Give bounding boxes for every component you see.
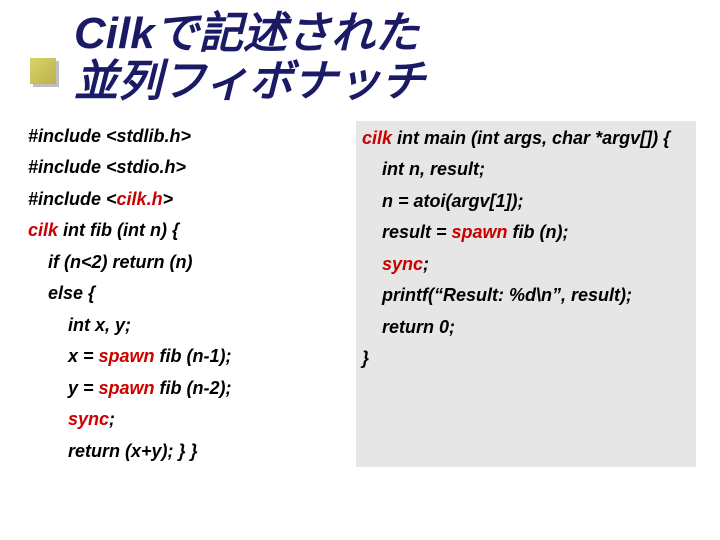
keyword-spawn: spawn (452, 222, 508, 242)
code-line: else { (28, 278, 338, 310)
keyword-cilk: cilk (28, 220, 58, 240)
code-line: y = spawn fib (n-2); (28, 373, 338, 405)
keyword-cilk-header: cilk.h (117, 189, 163, 209)
code-line: } (362, 343, 690, 375)
slide-title: Cilkで記述された 並列フィボナッチ (40, 10, 720, 107)
keyword-sync: sync (382, 254, 423, 274)
code-line: cilk int fib (int n) { (28, 215, 338, 247)
title-block: Cilkで記述された 並列フィボナッチ (0, 0, 720, 113)
keyword-spawn: spawn (99, 346, 155, 366)
title-line-2: 並列フィボナッチ (74, 57, 425, 106)
code-line: sync; (28, 404, 338, 436)
code-line: #include <cilk.h> (28, 184, 338, 216)
code-line: return (x+y); } } (28, 436, 338, 468)
code-line: sync; (362, 249, 690, 281)
keyword-cilk: cilk (362, 128, 392, 148)
code-line: if (n<2) return (n) (28, 247, 338, 279)
code-right-column: cilk int main (int args, char *argv[]) {… (356, 121, 696, 468)
code-line: #include <stdio.h> (28, 152, 338, 184)
title-line-1: Cilkで記述された (74, 9, 419, 58)
code-line: #include <stdlib.h> (28, 121, 338, 153)
code-line: result = spawn fib (n); (362, 217, 690, 249)
keyword-spawn: spawn (99, 378, 155, 398)
code-line: return 0; (362, 312, 690, 344)
code-line: n = atoi(argv[1]); (362, 186, 690, 218)
code-line: printf(“Result: %d\n”, result); (362, 280, 690, 312)
code-columns: #include <stdlib.h> #include <stdio.h> #… (0, 113, 720, 468)
title-bullet-icon (30, 58, 56, 84)
slide: Cilkで記述された 並列フィボナッチ #include <stdlib.h> … (0, 0, 720, 540)
keyword-sync: sync (68, 409, 109, 429)
code-left-column: #include <stdlib.h> #include <stdio.h> #… (28, 121, 338, 468)
code-line: int n, result; (362, 154, 690, 186)
code-line: int x, y; (28, 310, 338, 342)
code-line: x = spawn fib (n-1); (28, 341, 338, 373)
code-line: cilk int main (int args, char *argv[]) { (362, 123, 690, 155)
